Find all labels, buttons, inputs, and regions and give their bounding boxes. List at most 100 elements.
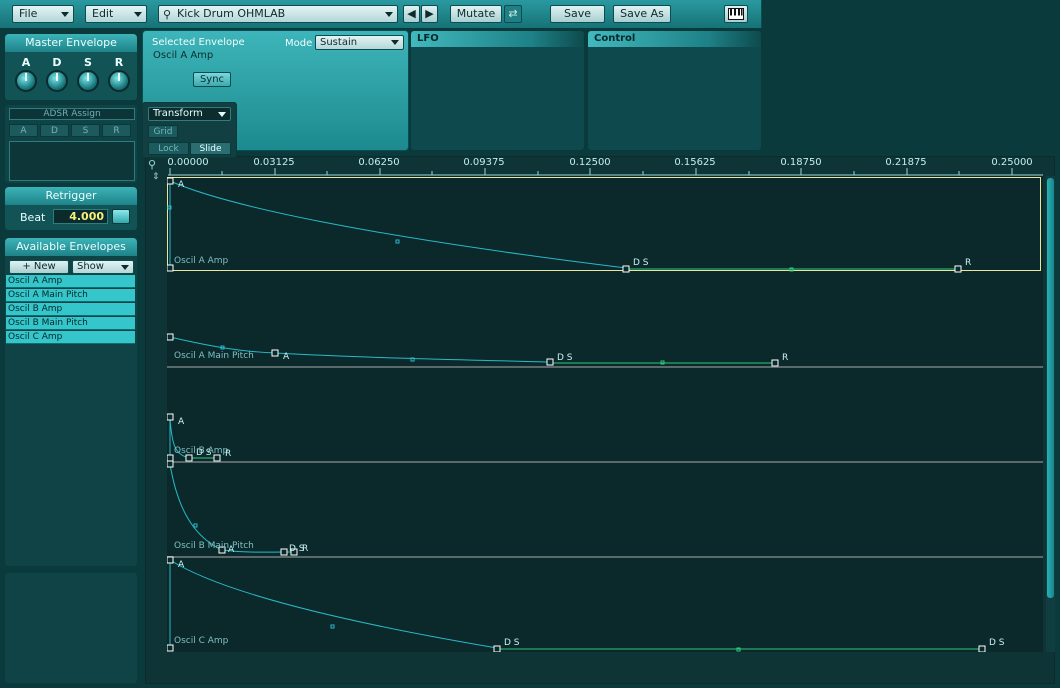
preset-selector[interactable]: ⚲ Kick Drum OHMLAB [158, 5, 398, 23]
adsr-r-button[interactable]: R [102, 124, 131, 137]
selected-envelope-name: Oscil A Amp [153, 50, 214, 61]
zoom-icon[interactable]: ⚲ [148, 158, 156, 171]
mutate-lock-icon: ⇄ [508, 7, 518, 20]
lfo-title: LFO [417, 33, 439, 44]
slide-button[interactable]: Slide [190, 142, 231, 155]
point-label: A [283, 352, 290, 362]
save-button[interactable]: Save [550, 5, 605, 23]
lane1-point-r[interactable] [954, 265, 962, 273]
adsr-assign-list[interactable] [9, 141, 135, 181]
ruler-tick-label: 0.21875 [885, 157, 927, 168]
lane2-point-a[interactable] [271, 349, 279, 357]
edit-menu[interactable]: Edit [85, 5, 147, 23]
lane2-point-ds[interactable] [546, 358, 554, 366]
envelope-curves[interactable] [167, 176, 1043, 652]
save-label: Save [563, 7, 591, 20]
point-label: D S [557, 353, 573, 363]
lane3-point-a[interactable] [167, 413, 174, 421]
lane5-point-start[interactable] [167, 644, 174, 652]
adsr-s-button[interactable]: S [71, 124, 100, 137]
lfo-tab[interactable]: LFO [411, 31, 584, 47]
lock-button[interactable]: Lock [148, 142, 189, 155]
knob-label-s: S [84, 56, 92, 69]
lane2-handle[interactable] [410, 357, 415, 362]
decay-knob[interactable] [46, 70, 68, 92]
envelope-list-item[interactable]: Oscil B Amp [6, 303, 135, 316]
beat-stepper[interactable] [112, 209, 130, 224]
point-label: D S [989, 638, 1005, 648]
lane5-handle[interactable] [330, 624, 335, 629]
mutate-label: Mutate [456, 7, 496, 20]
point-label: A [228, 545, 235, 555]
lane4-point-ds[interactable] [280, 548, 288, 556]
adsr-d-button[interactable]: D [40, 124, 69, 137]
prev-preset-button[interactable]: ◀ [403, 5, 420, 23]
vertical-zoom-icon[interactable]: ⇕ [152, 172, 160, 182]
selected-envelope-title: Selected Envelope [152, 37, 245, 48]
envelope-list-item[interactable]: Oscil C Amp [6, 331, 135, 344]
ruler-tick-label: 0.03125 [253, 157, 295, 168]
lane5-point-ds[interactable] [493, 645, 501, 652]
new-envelope-button[interactable]: + New [9, 260, 69, 274]
adsr-a-button[interactable]: A [9, 124, 38, 137]
file-menu[interactable]: File [12, 5, 74, 23]
keyboard-button[interactable] [724, 5, 748, 23]
beat-label: Beat [20, 211, 46, 224]
envelope-list-item[interactable]: Oscil A Amp [6, 275, 135, 288]
mode-dropdown[interactable]: Sustain [315, 35, 404, 50]
bottom-left-panel [4, 572, 138, 684]
envelope-list-item[interactable]: Oscil A Main Pitch [6, 289, 135, 302]
lane1-point-start[interactable] [167, 264, 174, 272]
next-arrow-icon: ▶ [425, 7, 434, 20]
lane3-point-start[interactable] [167, 454, 174, 462]
point-label: R [965, 258, 972, 268]
lane1-curve [169, 180, 627, 269]
envelope-list-item[interactable]: Oscil B Main Pitch [6, 317, 135, 330]
available-envelopes-title: Available Envelopes [5, 238, 137, 256]
grid-button[interactable]: Grid [148, 125, 178, 138]
mutate-lock-button[interactable]: ⇄ [504, 5, 522, 23]
lane4-curve [169, 463, 286, 553]
knob-label-r: R [114, 56, 124, 69]
lane2-point-start[interactable] [167, 333, 174, 341]
next-preset-button[interactable]: ▶ [421, 5, 438, 23]
release-knob[interactable] [108, 70, 130, 92]
point-label: D S [633, 258, 649, 268]
lane4-point-start[interactable] [167, 460, 174, 468]
point-label: R [302, 544, 309, 554]
mutate-button[interactable]: Mutate [450, 5, 502, 23]
top-toolbar: File Edit ⚲ Kick Drum OHMLAB ◀ ▶ Mutate … [0, 0, 762, 28]
attack-knob[interactable] [15, 70, 37, 92]
show-dropdown[interactable]: Show [72, 260, 134, 274]
lane5-point-a[interactable] [167, 556, 174, 564]
transform-label: Transform [153, 108, 203, 119]
search-icon: ⚲ [163, 8, 172, 21]
lane4-handle[interactable] [193, 523, 198, 528]
lane1-point-a[interactable] [167, 177, 174, 185]
master-envelope-title: Master Envelope [5, 34, 137, 52]
ruler-tick-label: 0.12500 [569, 157, 611, 168]
sustain-knob[interactable] [77, 70, 99, 92]
prev-arrow-icon: ◀ [407, 7, 416, 20]
lane-name: Oscil C Amp [174, 636, 229, 646]
lane5-point-ds-end[interactable] [978, 645, 986, 652]
beat-value-field[interactable]: 4.000 [53, 209, 108, 224]
adsr-assign-panel: ADSR Assign A D S R [4, 104, 138, 184]
chevron-down-icon [385, 12, 393, 17]
control-tab[interactable]: Control [588, 31, 761, 47]
point-label: D S [196, 448, 212, 458]
lane1-handle[interactable] [395, 239, 400, 244]
transform-dropdown[interactable]: Transform [148, 107, 231, 121]
scrollbar-thumb[interactable] [1047, 178, 1054, 598]
save-as-button[interactable]: Save As [613, 5, 671, 23]
sync-button[interactable]: Sync [193, 72, 231, 87]
lane5-curve [169, 559, 498, 649]
ruler-tick-label: 0.15625 [674, 157, 716, 168]
lane1-point-ds[interactable] [622, 265, 630, 273]
lane2-point-r[interactable] [771, 359, 779, 367]
point-label: D S [504, 638, 520, 648]
point-label: R [782, 353, 789, 363]
ruler-tick-label: 0.06250 [358, 157, 400, 168]
new-envelope-label: + New [22, 261, 56, 272]
point-label: A [178, 180, 185, 190]
